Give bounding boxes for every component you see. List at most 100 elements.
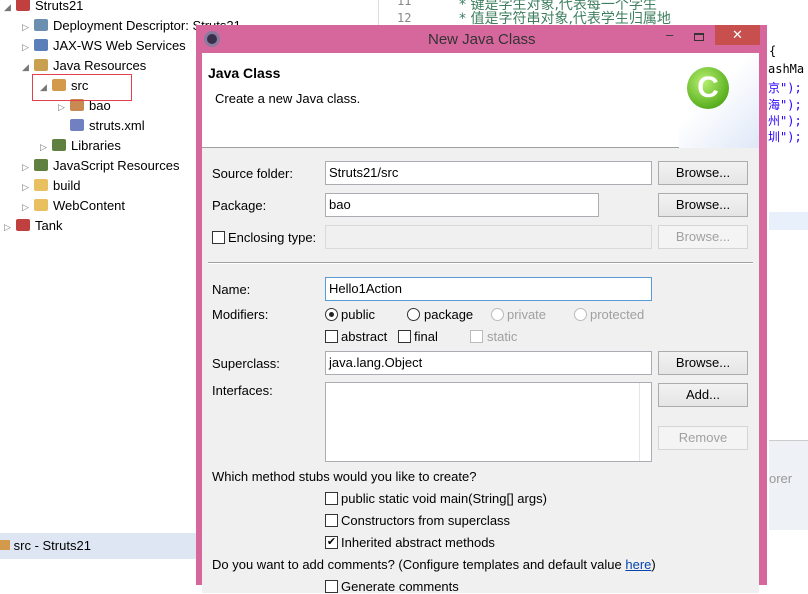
tree-node-icon — [34, 179, 48, 191]
code-fragment: 州"); — [768, 114, 802, 128]
package-input[interactable]: bao — [325, 193, 599, 217]
enclosing-type-input — [325, 225, 652, 249]
dialog-title: New Java Class — [428, 31, 536, 48]
static-label: static — [487, 329, 518, 344]
expanded-arrow-icon[interactable]: ◢ — [4, 0, 16, 17]
code-fragment: 海"); — [768, 98, 802, 112]
header-title: Java Class — [208, 65, 281, 81]
tree-item-label: WebContent — [53, 198, 126, 213]
code-fragment: { — [769, 44, 777, 58]
name-label: Name: — [212, 282, 251, 297]
status-tab-label: src - Struts21 — [13, 538, 91, 553]
constructors-label: Constructors from superclass — [341, 513, 511, 528]
tree-node-icon — [70, 119, 84, 131]
browse-source-folder-button[interactable]: Browse... — [658, 161, 748, 185]
browse-package-button[interactable]: Browse... — [658, 193, 748, 217]
enclosing-type-checkbox[interactable] — [212, 231, 225, 244]
src-highlight-box — [32, 74, 132, 101]
tree-item[interactable]: ◢ Struts21 — [4, 0, 83, 16]
collapsed-arrow-icon[interactable]: ▷ — [4, 217, 16, 237]
tree-item-label: build — [53, 178, 81, 193]
inherited-methods-checkbox[interactable]: ✔ — [325, 536, 338, 549]
line-number: 11 — [397, 0, 412, 8]
final-checkbox[interactable] — [398, 330, 411, 343]
package-radio[interactable] — [407, 308, 420, 321]
private-label: private — [507, 307, 547, 322]
code-fragment: 京"); — [768, 81, 802, 95]
maximize-button[interactable] — [694, 33, 704, 41]
minimize-button[interactable]: – — [666, 27, 673, 42]
collapsed-arrow-icon[interactable]: ▷ — [22, 17, 34, 37]
header-description: Create a new Java class. — [215, 91, 361, 106]
comments-question-text: Do you want to add comments? (Configure … — [212, 557, 626, 572]
tree-item-label: struts.xml — [89, 118, 145, 133]
source-folder-input[interactable]: Struts21/src — [325, 161, 652, 185]
interfaces-list[interactable] — [325, 382, 652, 462]
dialog-titlebar[interactable]: New Java Class – ✕ — [196, 25, 767, 53]
source-folder-label: Source folder: — [212, 166, 293, 181]
tree-item[interactable]: ▷ Tank — [4, 216, 62, 236]
line-number: 12 — [397, 11, 412, 25]
tree-node-icon — [34, 19, 48, 31]
dialog-header: Java Class Create a new Java class. C — [202, 53, 759, 148]
comments-question: Do you want to add comments? (Configure … — [212, 557, 656, 572]
protected-radio — [574, 308, 587, 321]
new-class-icon: C — [687, 67, 729, 109]
tree-item-label: Struts21 — [35, 0, 84, 13]
separator — [208, 262, 753, 264]
tree-item-label: Libraries — [71, 138, 121, 153]
tree-item[interactable]: ▷ JavaScript Resources — [22, 156, 179, 176]
generate-comments-checkbox[interactable] — [325, 580, 338, 593]
new-java-class-dialog: New Java Class – ✕ Java Class Create a n… — [196, 25, 767, 594]
current-line-highlight — [769, 212, 808, 230]
modifiers-label: Modifiers: — [212, 307, 269, 322]
abstract-checkbox[interactable] — [325, 330, 338, 343]
panel-tab-label[interactable]: orer — [769, 471, 792, 486]
tree-node-icon — [34, 199, 48, 211]
protected-label: protected — [590, 307, 645, 322]
main-method-checkbox[interactable] — [325, 492, 338, 505]
configure-templates-link[interactable]: here — [625, 557, 651, 572]
static-checkbox — [470, 330, 483, 343]
public-label: public — [341, 307, 375, 322]
browse-enclosing-button: Browse... — [658, 225, 748, 249]
tree-item-label: JavaScript Resources — [53, 158, 180, 173]
enclosing-type-label: Enclosing type: — [228, 230, 317, 245]
superclass-label: Superclass: — [212, 356, 280, 371]
tree-item[interactable]: ▷ WebContent — [22, 196, 125, 216]
name-input[interactable]: Hello1Action — [325, 277, 652, 301]
collapsed-arrow-icon[interactable]: ▷ — [22, 157, 34, 177]
tree-item[interactable]: ▷ Libraries — [40, 136, 121, 156]
tree-node-icon — [52, 139, 66, 151]
tree-node-icon — [16, 0, 30, 11]
browse-superclass-button[interactable]: Browse... — [658, 351, 748, 375]
collapsed-arrow-icon[interactable]: ▷ — [22, 177, 34, 197]
constructors-checkbox[interactable] — [325, 514, 338, 527]
tree-item-label: Java Resources — [53, 58, 147, 73]
add-interface-button[interactable]: Add... — [658, 383, 748, 407]
collapsed-arrow-icon[interactable]: ▷ — [40, 137, 52, 157]
tree-item[interactable]: struts.xml — [58, 116, 145, 136]
tree-item[interactable]: ◢ Java Resources — [22, 56, 146, 76]
tree-item-label: JAX-WS Web Services — [53, 38, 186, 53]
collapsed-arrow-icon[interactable]: ▷ — [22, 197, 34, 217]
eclipse-gear-icon — [204, 31, 220, 47]
close-button[interactable]: ✕ — [715, 25, 760, 45]
superclass-input[interactable]: java.lang.Object — [325, 351, 652, 375]
inherited-methods-label: Inherited abstract methods — [341, 535, 495, 550]
remove-interface-button: Remove — [658, 426, 748, 450]
package-modifier-label: package — [424, 307, 474, 322]
generate-comments-label: Generate comments — [341, 579, 459, 594]
code-fragment: 圳"); — [768, 130, 802, 144]
main-method-label: public static void main(String[] args) — [341, 491, 547, 506]
dialog-body: Java Class Create a new Java class. C So… — [202, 53, 759, 594]
public-radio[interactable] — [325, 308, 338, 321]
package-icon — [0, 540, 10, 550]
comments-question-close: ) — [651, 557, 656, 572]
stubs-question: Which method stubs would you like to cre… — [212, 469, 477, 484]
tree-item[interactable]: ▷ build — [22, 176, 80, 196]
interfaces-label: Interfaces: — [212, 383, 273, 398]
side-panel: orer — [769, 440, 808, 530]
tree-item[interactable]: ▷ JAX-WS Web Services — [22, 36, 186, 56]
collapsed-arrow-icon[interactable]: ▷ — [22, 37, 34, 57]
